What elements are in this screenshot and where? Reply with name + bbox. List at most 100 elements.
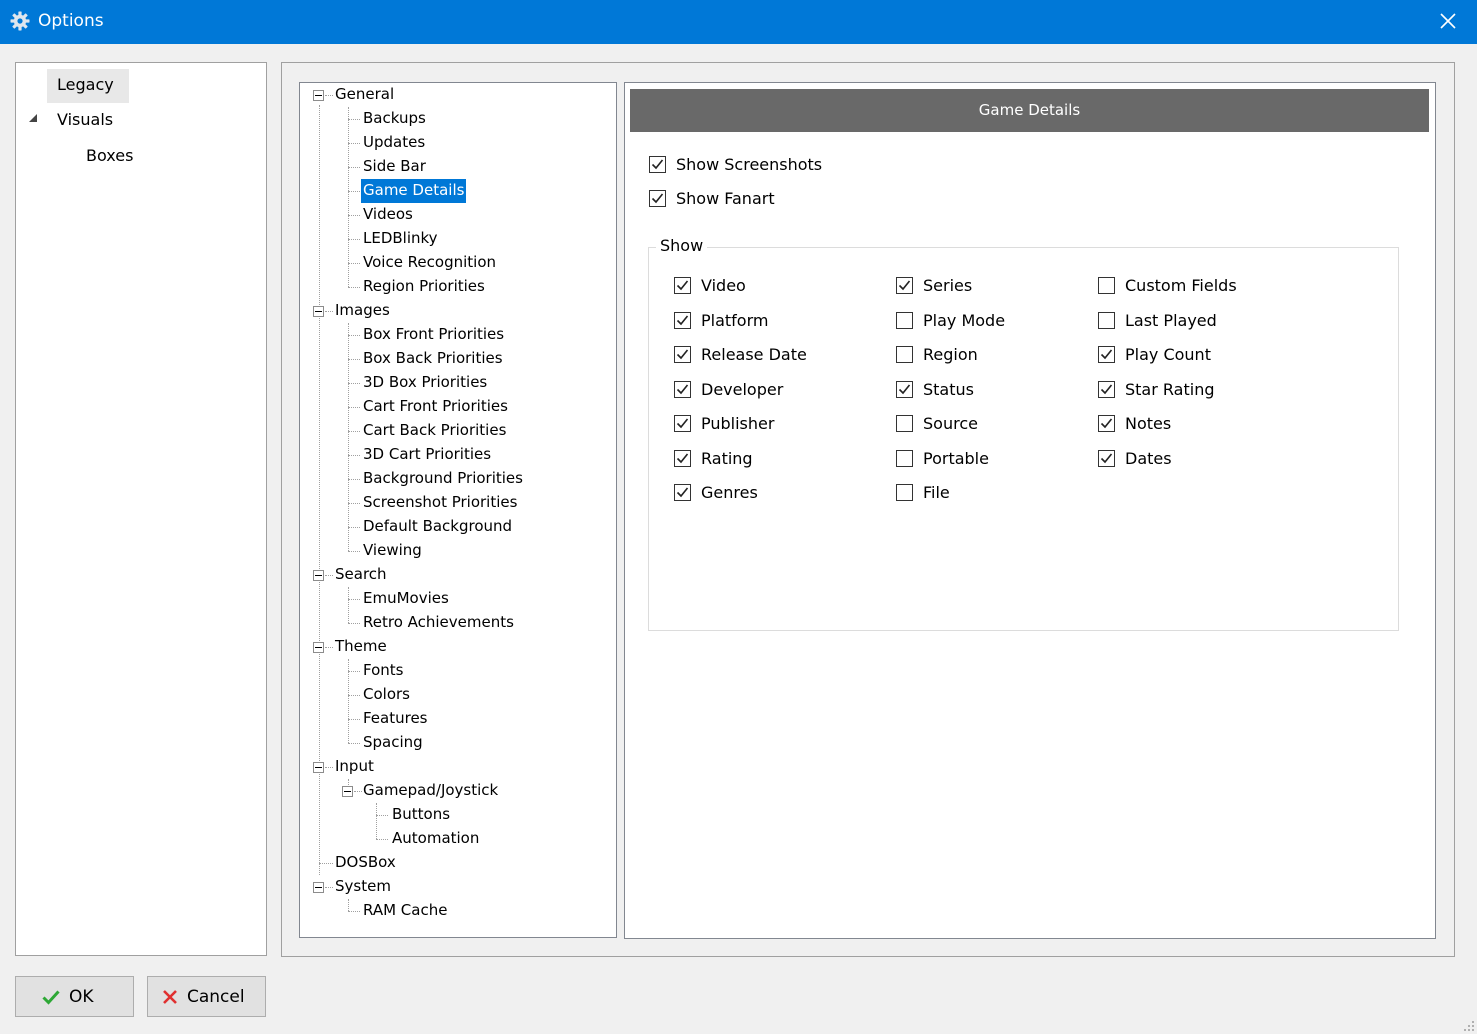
tree-line [348,623,360,624]
collapse-box-icon[interactable] [313,762,324,773]
checkbox-box [1098,277,1115,294]
checkbox-label: Rating [701,449,753,468]
tree-node-input[interactable]: Input [333,755,376,779]
collapse-triangle-icon[interactable] [28,113,38,123]
options-tree[interactable]: General Backups Updates Side Bar Game De… [299,82,617,938]
tree-node-3d-cart-priorities[interactable]: 3D Cart Priorities [361,443,493,467]
checkbox-label: Genres [701,483,758,502]
tree-line [348,167,360,168]
tree-node-dosbox[interactable]: DOSBox [333,851,398,875]
checkbox-box [649,156,666,173]
tree-line [348,407,360,408]
tree-node-box-back-priorities[interactable]: Box Back Priorities [361,347,505,371]
cancel-button[interactable]: Cancel [147,976,266,1017]
checkbox-label: Dates [1125,449,1172,468]
tree-node-fonts[interactable]: Fonts [361,659,405,683]
gear-icon [10,11,30,31]
tree-node-gamepad-joystick[interactable]: Gamepad/Joystick [361,779,500,803]
checkbox-box [896,381,913,398]
tree-node-background-priorities[interactable]: Background Priorities [361,467,525,491]
checkbox-box [1098,346,1115,363]
tree-node-screenshot-priorities[interactable]: Screenshot Priorities [361,491,519,515]
tree-line [348,335,360,336]
tree-line [348,359,360,360]
tree-line [348,239,360,240]
tree-node-search[interactable]: Search [333,563,389,587]
checkbox-box [1098,415,1115,432]
checkbox-box [896,277,913,294]
checkbox-box [896,450,913,467]
checkbox-box [896,312,913,329]
checkbox-label: Play Mode [923,311,1006,330]
tree-node-colors[interactable]: Colors [361,683,412,707]
tree-node-box-front-priorities[interactable]: Box Front Priorities [361,323,506,347]
tree-node-default-background[interactable]: Default Background [361,515,514,539]
tree-node-voice-recognition[interactable]: Voice Recognition [361,251,498,275]
tree-node-videos[interactable]: Videos [361,203,415,227]
tree-node-updates[interactable]: Updates [361,131,427,155]
checkbox-box [1098,381,1115,398]
section-header: Game Details [630,89,1429,132]
tree-node-features[interactable]: Features [361,707,430,731]
collapse-box-icon[interactable] [313,570,324,581]
tree-line [348,263,360,264]
left-nav-item-visuals[interactable]: Visuals [57,104,113,138]
tree-node-spacing[interactable]: Spacing [361,731,425,755]
checkbox-label: Portable [923,449,989,468]
tree-line [348,911,360,912]
tree-node-ram-cache[interactable]: RAM Cache [361,899,449,923]
checkbox-label: Release Date [701,345,807,364]
tree-node-region-priorities[interactable]: Region Priorities [361,275,487,299]
collapse-box-icon[interactable] [313,882,324,893]
x-icon [163,990,177,1004]
left-nav-tree[interactable]: Legacy Visuals Boxes [15,62,267,956]
tree-node-general[interactable]: General [333,83,396,107]
close-icon[interactable] [1437,10,1459,32]
checkbox-label: Last Played [1125,311,1217,330]
tree-line [348,527,360,528]
tree-line [348,503,360,504]
collapse-box-icon[interactable] [342,786,353,797]
tree-line [376,815,388,816]
collapse-box-icon[interactable] [313,306,324,317]
left-nav-item-legacy[interactable]: Legacy [47,69,129,103]
tree-node-side-bar[interactable]: Side Bar [361,155,428,179]
tree-line [319,863,333,864]
checkbox-label: Platform [701,311,769,330]
tree-node-retro-achievements[interactable]: Retro Achievements [361,611,516,635]
tree-node-buttons[interactable]: Buttons [390,803,452,827]
tree-node-3d-box-priorities[interactable]: 3D Box Priorities [361,371,489,395]
tree-line [348,287,360,288]
tree-node-viewing[interactable]: Viewing [361,539,424,563]
tree-line [348,743,360,744]
tree-line [348,479,360,480]
collapse-box-icon[interactable] [313,90,324,101]
window-title: Options [38,11,104,31]
tree-node-images[interactable]: Images [333,299,392,323]
tree-node-cart-back-priorities[interactable]: Cart Back Priorities [361,419,508,443]
ok-button[interactable]: OK [15,976,134,1017]
tree-line [348,119,360,120]
tree-node-backups[interactable]: Backups [361,107,428,131]
show-groupbox [648,247,1399,631]
checkbox-label: Publisher [701,414,775,433]
tree-node-system[interactable]: System [333,875,393,899]
checkbox-box [1098,312,1115,329]
tree-line [348,719,360,720]
tree-node-theme[interactable]: Theme [333,635,389,659]
tree-node-game-details[interactable]: Game Details [361,179,467,203]
tree-line [348,191,360,192]
tree-node-emumovies[interactable]: EmuMovies [361,587,451,611]
tree-node-cart-front-priorities[interactable]: Cart Front Priorities [361,395,510,419]
checkbox-label: Notes [1125,414,1172,433]
resize-grip-icon[interactable] [1463,1020,1475,1032]
tree-node-automation[interactable]: Automation [390,827,481,851]
checkbox-label: Status [923,380,974,399]
left-nav-item-boxes[interactable]: Boxes [86,140,133,174]
checkbox-box [896,484,913,501]
checkbox-box [1098,450,1115,467]
collapse-box-icon[interactable] [313,642,324,653]
checkbox-label: Video [701,276,746,295]
tree-node-ledblinky[interactable]: LEDBlinky [361,227,440,251]
checkbox-label: Developer [701,380,784,399]
